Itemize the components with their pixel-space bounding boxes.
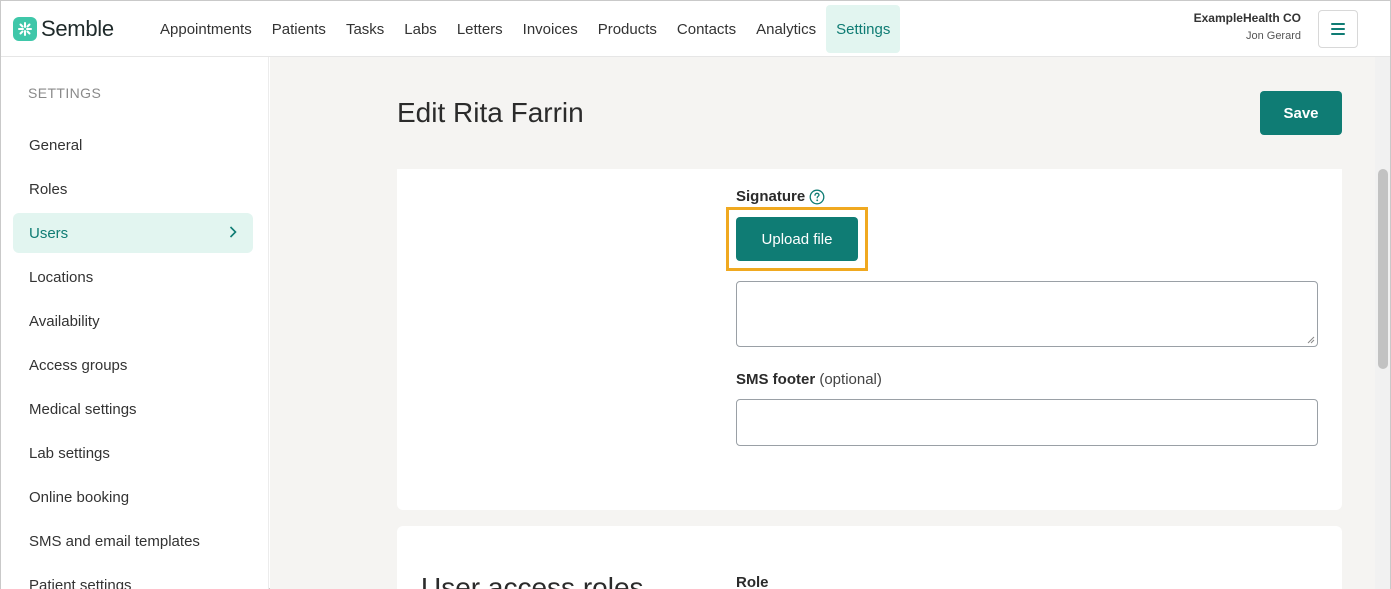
sidebar-item-label: Users — [29, 224, 69, 242]
org-name: ExampleHealth CO — [1193, 11, 1301, 25]
save-button[interactable]: Save — [1260, 91, 1342, 135]
nav-item-contacts[interactable]: Contacts — [667, 5, 746, 53]
sidebar-item-sms-email-templates[interactable]: SMS and email templates — [13, 521, 253, 561]
sidebar-item-access-groups[interactable]: Access groups — [13, 345, 253, 385]
sms-footer-input[interactable] — [736, 399, 1318, 446]
menu-button[interactable] — [1318, 10, 1358, 48]
brand-name: Semble — [41, 16, 114, 41]
semble-logo[interactable]: Semble — [13, 16, 114, 42]
signature-textarea[interactable] — [736, 281, 1318, 347]
main-content: Edit Rita Farrin Save Signature Upload f… — [270, 57, 1375, 589]
sidebar-item-general[interactable]: General — [13, 125, 253, 165]
hamburger-menu-icon — [1331, 23, 1345, 35]
sidebar-item-label: Roles — [29, 180, 68, 198]
sms-footer-label-row: SMS footer (optional) — [736, 371, 882, 388]
sidebar-item-label: General — [29, 136, 83, 154]
optional-hint: (optional) — [819, 371, 882, 388]
page-title: Edit Rita Farrin — [397, 97, 584, 128]
sidebar-item-medical-settings[interactable]: Medical settings — [13, 389, 253, 429]
user-access-roles-title: User access roles — [421, 572, 644, 589]
nav-item-appointments[interactable]: Appointments — [150, 5, 262, 53]
user-name: Jon Gerard — [1245, 30, 1301, 42]
nav-item-letters[interactable]: Letters — [447, 5, 513, 53]
nav-item-invoices[interactable]: Invoices — [513, 5, 588, 53]
sidebar-item-label: Locations — [29, 268, 94, 286]
sidebar-item-patient-settings[interactable]: Patient settings — [13, 565, 253, 589]
role-label: Role — [736, 574, 769, 589]
question-circle-icon[interactable] — [809, 189, 825, 205]
sidebar-item-users[interactable]: Users — [13, 213, 253, 253]
sidebar-item-label: SMS and email templates — [29, 532, 200, 550]
sidebar-item-label: Online booking — [29, 488, 130, 506]
nav-item-products[interactable]: Products — [588, 5, 667, 53]
settings-sidebar: SETTINGS General Roles Users Locations A… — [1, 57, 269, 589]
nav-item-labs[interactable]: Labs — [394, 5, 447, 53]
sms-footer-label: SMS footer — [736, 371, 816, 388]
scrollbar-thumb[interactable] — [1378, 169, 1388, 369]
signature-label-row: Signature — [736, 188, 825, 205]
resize-handle-icon[interactable] — [1307, 336, 1315, 344]
sidebar-item-label: Availability — [29, 312, 100, 330]
upload-file-button[interactable]: Upload file — [736, 217, 858, 261]
user-access-roles-card: User access roles Role — [397, 526, 1342, 589]
signature-label: Signature — [736, 188, 806, 205]
sidebar-item-online-booking[interactable]: Online booking — [13, 477, 253, 517]
sidebar-item-roles[interactable]: Roles — [13, 169, 253, 209]
chevron-right-icon — [229, 226, 237, 238]
signature-card: Signature Upload file SMS footer (option… — [397, 169, 1342, 510]
top-navigation: Semble Appointments Patients Tasks Labs … — [1, 1, 1390, 57]
semble-logo-icon — [13, 17, 37, 41]
sidebar-item-label: Patient settings — [29, 576, 132, 589]
sidebar-item-availability[interactable]: Availability — [13, 301, 253, 341]
main-nav: Appointments Patients Tasks Labs Letters… — [150, 5, 901, 53]
sidebar-item-lab-settings[interactable]: Lab settings — [13, 433, 253, 473]
sidebar-item-label: Medical settings — [29, 400, 137, 418]
page-scrollbar[interactable] — [1375, 57, 1390, 589]
nav-item-tasks[interactable]: Tasks — [336, 5, 394, 53]
sidebar-item-label: Lab settings — [29, 444, 110, 462]
nav-item-patients[interactable]: Patients — [262, 5, 336, 53]
account-info[interactable]: ExampleHealth CO Jon Gerard — [1194, 11, 1301, 42]
sidebar-item-locations[interactable]: Locations — [13, 257, 253, 297]
sidebar-heading: SETTINGS — [28, 85, 102, 101]
nav-item-settings[interactable]: Settings — [826, 5, 901, 53]
sidebar-item-label: Access groups — [29, 356, 128, 374]
nav-item-analytics[interactable]: Analytics — [746, 5, 826, 53]
